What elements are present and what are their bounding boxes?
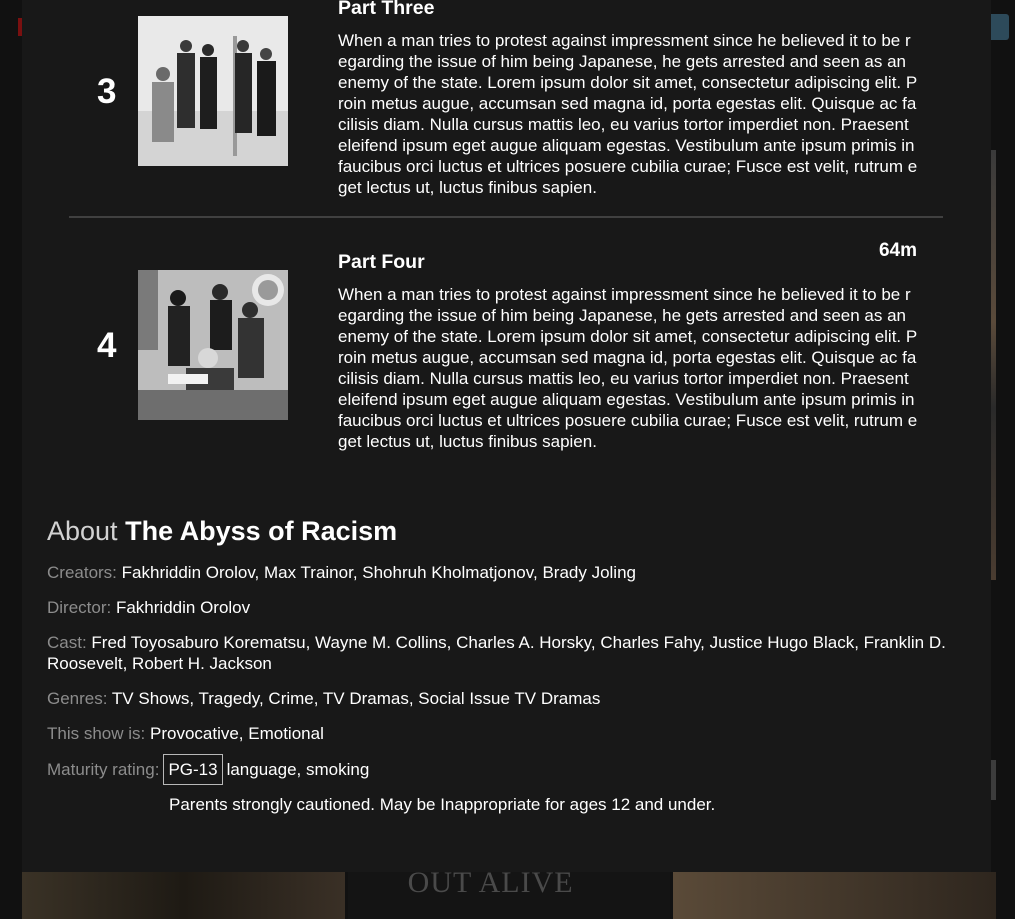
about-show-title: The Abyss of Racism [125,516,398,546]
episode-description: When a man tries to protest against impr… [338,285,918,451]
maturity-rating-badge: PG-13 [163,754,223,785]
genres-value[interactable]: TV Shows, Tragedy, Crime, TV Dramas, Soc… [112,689,600,708]
episode-duration: 72m [879,0,917,6]
director-value[interactable]: Fakhriddin Orolov [116,598,250,617]
genres-label: Genres: [47,689,108,708]
maturity-description: Parents strongly cautioned. May be Inapp… [169,795,716,814]
creators-label: Creators: [47,563,117,582]
background-title-card[interactable]: OUT ALIVE [347,866,671,919]
episode-thumbnail[interactable] [138,16,288,166]
this-show-is-value[interactable]: Provocative, Emotional [150,724,324,743]
about-heading-prefix: About [47,516,118,546]
maturity-advisory: language, smoking [226,759,370,779]
episode-thumbnail-image [138,16,288,166]
background-title-card[interactable] [673,872,997,919]
episode-item[interactable]: 3 Part Three 72m When a man tries to pro… [69,0,943,244]
episode-description: When a man tries to protest against impr… [338,31,918,197]
about-heading: About The Abyss of Racism [47,512,947,550]
this-show-is-label: This show is: [47,724,146,743]
background-title-row: OUT ALIVE [22,866,997,919]
director-label: Director: [47,598,112,617]
this-show-is-row: This show is: Provocative, Emotional [47,723,947,744]
cast-value[interactable]: Fred Toyosaburo Korematsu, Wayne M. Coll… [47,633,946,673]
creators-value[interactable]: Fakhriddin Orolov, Max Trainor, Shohruh … [122,563,636,582]
cast-row: Cast: Fred Toyosaburo Korematsu, Wayne M… [47,632,947,674]
maturity-rating-row: Maturity rating: PG-13 language, smoking [47,754,947,785]
director-row: Director: Fakhriddin Orolov [47,597,947,618]
genres-row: Genres: TV Shows, Tragedy, Crime, TV Dra… [47,688,947,709]
about-section: About The Abyss of Racism Creators: Fakh… [47,512,947,815]
maturity-rating-label: Maturity rating: [47,759,160,779]
episode-thumbnail-image [138,270,288,420]
cast-label: Cast: [47,633,87,652]
episode-divider [69,216,943,218]
episode-thumbnail[interactable] [138,270,288,420]
creators-row: Creators: Fakhriddin Orolov, Max Trainor… [47,562,947,583]
title-detail-modal: 3 Part Three 72m When a man tries to pro… [22,0,991,872]
episode-title: Part Three [338,0,435,19]
background-title-card[interactable] [22,872,345,919]
episode-duration: 64m [878,240,917,261]
episode-item[interactable]: 4 Part Four 64m When a man tries to prot… [69,240,943,498]
episode-title: Part Four [338,251,425,273]
